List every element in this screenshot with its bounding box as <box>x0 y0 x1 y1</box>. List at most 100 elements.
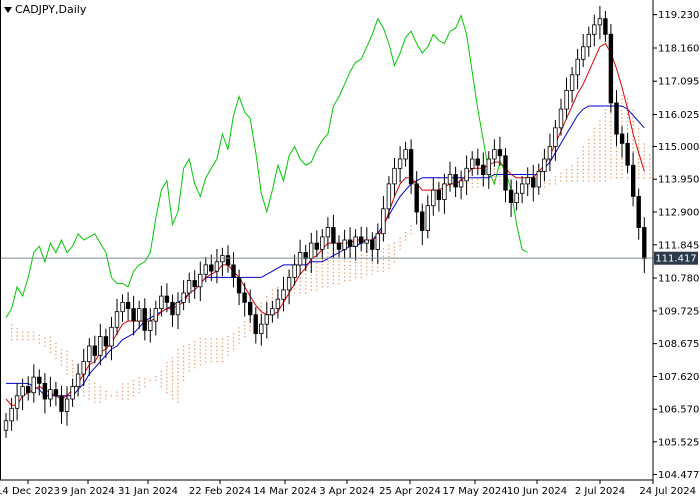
cloud-dot <box>610 154 612 156</box>
cloud-dot <box>599 142 601 145</box>
cloud-dot <box>582 165 584 167</box>
cloud-dot <box>638 162 640 164</box>
cloud-dot <box>599 165 601 167</box>
candle-body-up <box>425 205 430 231</box>
cloud-dot <box>554 175 557 178</box>
candle-body-up <box>486 158 491 176</box>
cloud-dot <box>166 388 168 390</box>
cloud-dot <box>271 297 274 299</box>
cloud-dot <box>615 177 618 179</box>
cloud-dot <box>55 342 57 345</box>
cloud-dot <box>177 371 179 373</box>
candle-body-up <box>275 298 281 310</box>
cloud-dot <box>604 157 607 159</box>
candle-body-down <box>481 164 486 175</box>
cloud-dot <box>582 161 584 163</box>
cloud-dot <box>638 139 640 141</box>
candle-body-up <box>259 323 264 335</box>
cloud-dot <box>571 180 573 182</box>
cloud-dot <box>621 98 623 100</box>
cloud-dot <box>610 117 612 119</box>
cloud-dot <box>626 128 629 130</box>
cloud-dot <box>49 351 52 353</box>
cloud-dot <box>626 117 629 119</box>
y-tick-label: 119.230 <box>658 10 699 21</box>
cloud-dot <box>116 391 118 393</box>
ichimoku-chart[interactable]: 119.230 118.160 117.095 116.025 115.000 113.9… <box>0 0 700 500</box>
cloud-dot <box>10 339 13 341</box>
cloud-dot <box>632 143 634 145</box>
cloud-dot <box>477 186 479 188</box>
cloud-dot <box>327 256 329 258</box>
cloud-dot <box>327 282 329 284</box>
cloud-dot <box>615 165 618 168</box>
cloud-dot <box>604 127 607 130</box>
cloud-dot <box>621 165 623 168</box>
cloud-dot <box>588 168 590 171</box>
cloud-dot <box>221 360 224 363</box>
cloud-dot <box>571 165 573 167</box>
dropdown-triangle-icon[interactable] <box>4 6 12 13</box>
y-tick-label: 105.525 <box>658 437 699 448</box>
cloud-dot <box>604 131 607 133</box>
candle-body-up <box>564 90 569 110</box>
cloud-dot <box>588 165 590 167</box>
cloud-dot <box>388 263 390 265</box>
cloud-dot <box>260 302 262 304</box>
cloud-dot <box>604 153 607 156</box>
cloud-dot <box>382 255 385 257</box>
cloud-dot <box>171 357 174 359</box>
candle-body-up <box>281 289 286 300</box>
cloud-dot <box>621 94 623 97</box>
candle-body-down <box>125 301 131 309</box>
candle-body-up <box>514 192 519 203</box>
cloud-dot <box>499 179 501 181</box>
cloud-dot <box>638 158 640 160</box>
cloud-dot <box>210 345 212 348</box>
cloud-dot <box>638 177 640 179</box>
cloud-dot <box>604 109 607 111</box>
cloud-dot <box>632 120 634 123</box>
cloud-dot <box>338 275 340 277</box>
cloud-dot <box>199 360 201 362</box>
candle-body-down <box>503 155 508 191</box>
cloud-dot <box>221 345 224 348</box>
candle-body-down <box>614 102 619 135</box>
cloud-dot <box>33 331 35 333</box>
cloud-dot <box>216 349 218 351</box>
cloud-dot <box>205 349 207 351</box>
candle-body-up <box>98 336 103 356</box>
y-tick-label: 111.845 <box>658 240 699 251</box>
cloud-dot <box>10 335 13 337</box>
cloud-dot <box>210 342 212 344</box>
cloud-dot <box>599 131 601 133</box>
cloud-dot <box>321 271 323 273</box>
candle-body-down <box>475 158 480 166</box>
cloud-dot <box>149 379 151 381</box>
cloud-dot <box>249 325 251 328</box>
cloud-dot <box>360 254 362 256</box>
cloud-dot <box>55 354 57 356</box>
candle-body-up <box>81 361 86 375</box>
cloud-dot <box>83 395 85 397</box>
cloud-dot <box>55 346 57 348</box>
cloud-dot <box>371 273 373 275</box>
cloud-dot <box>221 342 224 344</box>
cloud-dot <box>638 165 640 168</box>
cloud-dot <box>138 377 140 379</box>
cloud-dot <box>160 374 163 376</box>
cloud-dot <box>604 180 607 182</box>
cloud-dot <box>232 348 235 350</box>
cloud-dot <box>227 350 229 353</box>
cloud-dot <box>343 276 346 278</box>
cloud-dot <box>338 268 340 270</box>
candle-body-up <box>431 189 436 207</box>
candle-body-up <box>153 308 158 322</box>
candle-body-up <box>325 227 331 238</box>
cloud-dot <box>10 324 13 326</box>
cloud-dot <box>354 261 357 264</box>
cloud-dot <box>182 353 185 355</box>
cloud-dot <box>643 154 645 156</box>
cloud-dot <box>238 330 240 333</box>
cloud-dot <box>576 176 579 178</box>
